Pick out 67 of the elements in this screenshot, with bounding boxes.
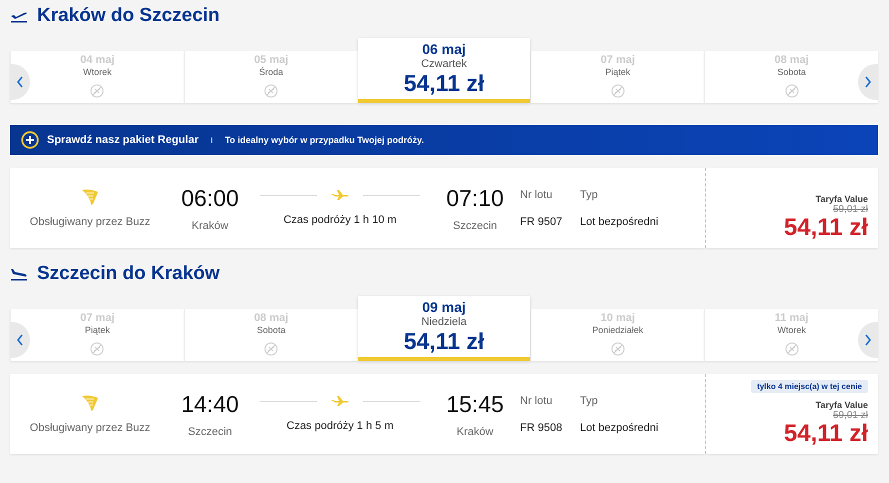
weekday-text: Środa: [259, 67, 284, 78]
weekday-text: Poniedziałek: [592, 325, 644, 336]
date-text: 09 maj: [422, 299, 466, 316]
arrival-city: Kraków: [456, 426, 494, 438]
flight-number-label: Nr lotu: [520, 188, 552, 200]
weekday-text: Piątek: [84, 325, 110, 336]
flight-duration: Czas podróży 1 h 5 m: [286, 420, 394, 432]
no-flight-icon: [264, 84, 278, 98]
old-price: 59,01 zł: [832, 410, 868, 421]
chevron-left-icon: [16, 76, 24, 88]
date-text: 06 maj: [422, 41, 466, 58]
fare-name: Taryfa Value: [816, 194, 868, 204]
departure-time: 06:00: [181, 184, 239, 212]
no-flight-icon: [90, 84, 104, 98]
old-price: 59,01 zł: [832, 204, 868, 215]
no-flight-icon: [784, 342, 799, 356]
plane-landing-icon: [10, 267, 28, 281]
weekday-text: Czwartek: [421, 58, 467, 71]
type-label: Typ: [580, 394, 598, 406]
plane-icon: [331, 396, 349, 406]
type-label: Typ: [580, 188, 598, 200]
no-flight-icon: [610, 342, 625, 356]
plane-icon: [331, 190, 349, 200]
plus-icon: [21, 131, 39, 149]
weekday-text: Wtorek: [83, 67, 112, 78]
date-tab[interactable]: 06 maj Czwartek 54,11 zł: [358, 38, 530, 103]
flight-duration: Czas podróży 1 h 10 m: [283, 214, 397, 226]
departure-city: Szczecin: [188, 426, 232, 438]
banner-text: To idealny wybór w przypadku Twojej podróży.: [224, 135, 424, 145]
fare-price[interactable]: 54,11 zł: [784, 214, 868, 240]
date-tab[interactable]: 09 maj Niedziela 54,11 zł: [358, 296, 530, 361]
arrival-time: 07:10: [446, 184, 504, 212]
chevron-right-icon: [864, 76, 872, 88]
route-title: Szczecin do Kraków: [37, 263, 220, 285]
date-price: 54,11 zł: [404, 328, 484, 354]
harp-logo-icon: [81, 394, 99, 412]
chevron-left-icon: [16, 334, 24, 346]
flight-number-label: Nr lotu: [520, 394, 552, 406]
banner-separator: I: [210, 136, 213, 144]
fare-price[interactable]: 54,11 zł: [784, 420, 868, 446]
weekday-text: Niedziela: [421, 316, 467, 329]
arrival-city: Szczecin: [452, 220, 498, 232]
no-flight-icon: [264, 342, 278, 356]
flight-number: FR 9508: [520, 422, 562, 434]
departure-city: Kraków: [192, 220, 228, 232]
departure-time: 14:40: [181, 390, 239, 418]
weekday-text: Sobota: [256, 325, 286, 336]
no-flight-icon: [784, 84, 799, 98]
weekday-text: Sobota: [777, 67, 806, 78]
weekday-text: Wtorek: [777, 325, 806, 336]
flight-number: FR 9507: [520, 216, 562, 228]
fare-name: Taryfa Value: [816, 400, 868, 410]
date-price: 54,11 zł: [404, 70, 484, 96]
operator-text: Obsługiwany przez Buzz: [30, 216, 150, 228]
banner-title: Sprawdź nasz pakiet Regular: [47, 134, 199, 146]
arrival-time: 15:45: [446, 390, 504, 418]
promo-banner[interactable]: Sprawdź nasz pakiet Regular I To idealny wybór w przypadku Twojej podróży.: [10, 125, 878, 155]
weekday-text: Piątek: [605, 67, 630, 78]
flight-type: Lot bezpośredni: [580, 216, 658, 228]
seats-left-badge: tylko 4 miejsc(a) w tej cenie: [751, 380, 868, 393]
flight-type: Lot bezpośredni: [580, 422, 658, 434]
harp-logo-icon: [81, 188, 99, 206]
operator-text: Obsługiwany przez Buzz: [30, 422, 150, 434]
route-title: Kraków do Szczecin: [37, 5, 220, 27]
chevron-right-icon: [864, 334, 872, 346]
no-flight-icon: [90, 342, 104, 356]
no-flight-icon: [610, 84, 625, 98]
